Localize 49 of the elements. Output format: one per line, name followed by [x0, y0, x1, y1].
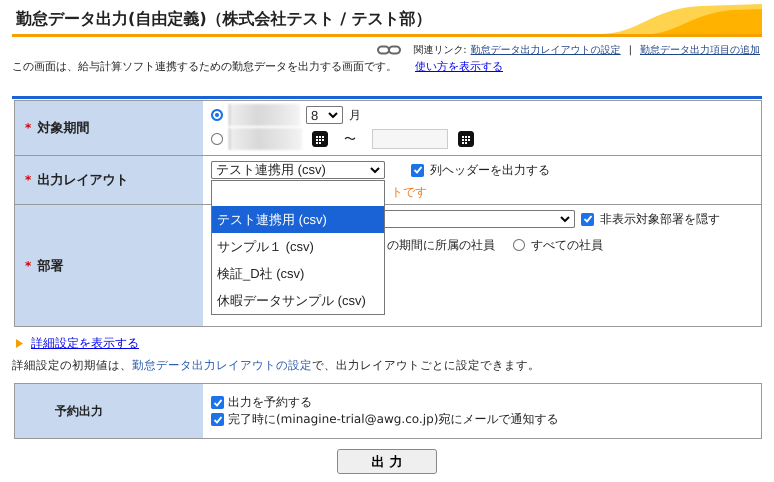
layout-settings-link[interactable]: 勤怠データ出力レイアウトの設定 — [132, 358, 312, 372]
description-text: この画面は、給与計算ソフト連携するための勤怠データを出力する画面です。 — [12, 59, 397, 74]
date-input[interactable] — [372, 129, 448, 149]
dropdown-option[interactable]: 休暇データサンプル (csv) — [212, 287, 384, 314]
calendar-icon[interactable] — [312, 131, 328, 147]
page-title: 勤怠データ出力(自由定義)（株式会社テスト / テスト部） — [15, 9, 432, 30]
radio-label: の期間に所属の社員 — [387, 236, 495, 254]
dropdown-option[interactable]: サンプル１ (csv) — [212, 233, 384, 260]
radio-button[interactable] — [211, 109, 223, 121]
field-label: 出力レイアウト — [37, 172, 128, 189]
checkbox[interactable] — [211, 413, 224, 426]
radio-button[interactable] — [211, 133, 223, 145]
checkbox[interactable] — [411, 164, 424, 176]
month-unit: 月 — [349, 106, 361, 124]
required-mark: * — [25, 121, 32, 135]
triangle-icon — [16, 339, 23, 348]
calendar-icon[interactable] — [458, 131, 474, 147]
field-label: 予約出力 — [55, 402, 103, 420]
chevron-down-icon — [328, 112, 338, 118]
related-link[interactable]: 勤怠データ出力レイアウトの設定 — [470, 43, 621, 57]
related-links-label: 関連リンク: — [413, 44, 467, 57]
chevron-down-icon — [560, 216, 570, 222]
layout-select[interactable]: テスト連携用 (csv) — [211, 161, 385, 179]
checkbox-label: 出力を予約する — [228, 394, 312, 411]
dropdown-option[interactable]: テスト連携用 (csv) — [212, 206, 384, 233]
range-tilde: 〜 — [344, 130, 356, 148]
required-mark: * — [25, 258, 32, 272]
radio-button[interactable] — [513, 239, 525, 251]
blurred-field — [229, 104, 300, 126]
details-link[interactable]: 詳細設定を表示する — [31, 335, 139, 352]
required-mark: * — [25, 173, 32, 187]
help-link[interactable]: 使い方を表示する — [415, 59, 503, 74]
checkbox-label: 非表示対象部署を隠す — [600, 210, 720, 228]
field-label: 部署 — [37, 258, 64, 274]
field-label: 対象期間 — [37, 120, 90, 137]
details-note: 詳細設定の初期値は、勤怠データ出力レイアウトの設定で、出力レイアウトごとに設定できます。 — [12, 358, 541, 373]
checkbox-label: 列ヘッダーを出力する — [430, 162, 550, 178]
chevron-down-icon — [370, 166, 380, 174]
dropdown-option[interactable]: 検証_D社 (csv) — [212, 260, 384, 287]
link-separator: | — [628, 44, 632, 56]
related-link[interactable]: 勤怠データ出力項目の追加 — [640, 43, 760, 57]
checkbox[interactable] — [581, 212, 594, 226]
output-button[interactable]: 出 力 — [337, 449, 437, 474]
month-select[interactable]: 8 — [306, 106, 343, 124]
layout-note: トです — [391, 184, 427, 200]
radio-label: すべての社員 — [531, 236, 603, 254]
chain-link-icon — [377, 45, 402, 55]
checkbox-label: 完了時に(minagine-trial@awg.co.jp)宛にメールで通知する — [228, 411, 558, 428]
checkbox[interactable] — [211, 396, 224, 409]
